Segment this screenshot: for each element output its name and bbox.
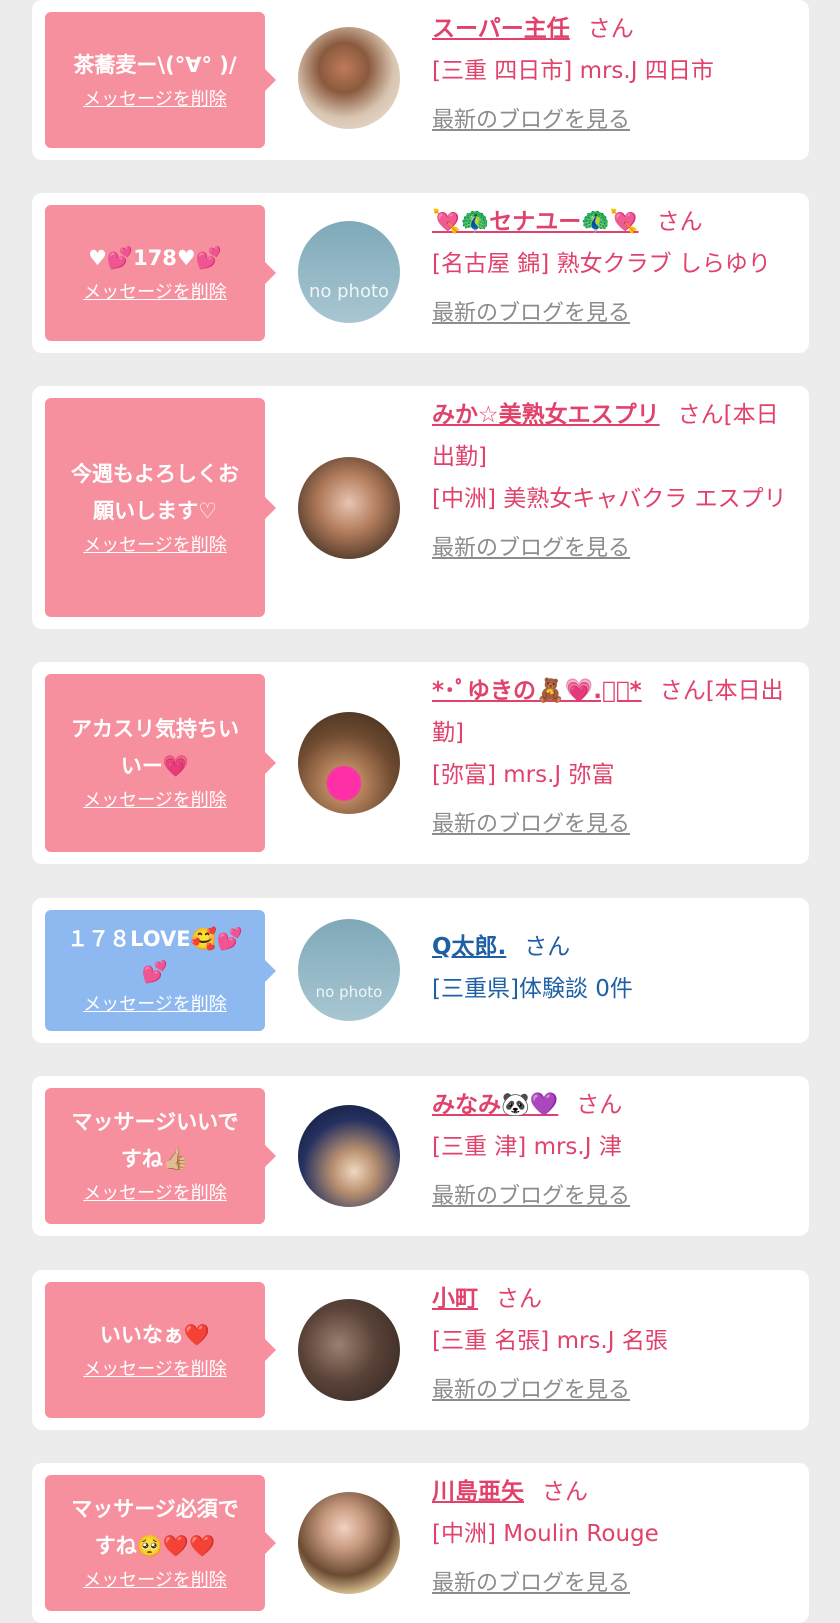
avatar[interactable] <box>298 1105 400 1207</box>
message-text: 茶蕎麦ー\(°∀° )/ <box>73 52 237 77</box>
user-name-link[interactable]: 💘🦚セナユー🦚💘 <box>432 209 639 235</box>
message-text: いいなぁ❤️ <box>99 1322 211 1347</box>
message-card: 今週もよろしくお 願いします♡ メッセージを削除 みか☆美熟女エスプリ さん[本日… <box>32 386 809 629</box>
user-name-link[interactable]: 小町 <box>432 1286 478 1312</box>
delete-message-link[interactable]: メッセージを削除 <box>83 279 227 307</box>
user-info: *･ﾟゆきの🧸💗.ﾟ･* さん[本日出勤] [弥富] mrs.J 弥富 最新のブロ… <box>432 670 797 846</box>
honorific: さん <box>576 1092 623 1118</box>
shop-label: [弥富] mrs.J 弥富 <box>432 762 615 788</box>
latest-blog-link[interactable]: 最新のブログを見る <box>432 100 797 142</box>
user-info: みか☆美熟女エスプリ さん[本日出勤] [中洲] 美熟女キャバクラ エスプリ 最新… <box>432 394 797 570</box>
message-bubble: いいなぁ❤️ メッセージを削除 <box>45 1282 276 1418</box>
user-info: 川島亜矢 さん [中洲] Moulin Rouge 最新のブログを見る <box>432 1471 797 1605</box>
avatar[interactable] <box>298 712 400 814</box>
avatar[interactable]: no photo <box>298 919 400 1021</box>
no-photo-label: no photo <box>315 983 383 1001</box>
message-card: マッサージいいで すね👍🏼 メッセージを削除 みなみ🐼💜 さん [三重 津] mr… <box>32 1076 809 1236</box>
latest-blog-link[interactable]: 最新のブログを見る <box>432 1176 797 1218</box>
shop-label: [名古屋 錦] 熟女クラブ しらゆり <box>432 251 771 277</box>
message-card: ♥💕178♥💕 メッセージを削除 no photo 💘🦚セナユー🦚💘 さん [名古… <box>32 193 809 353</box>
avatar[interactable] <box>298 1299 400 1401</box>
honorific: さん <box>524 934 571 960</box>
avatar[interactable] <box>298 27 400 129</box>
honorific: さん <box>656 209 703 235</box>
delete-message-link[interactable]: メッセージを削除 <box>83 532 227 560</box>
message-text: 今週もよろしくお 願いします♡ <box>71 461 239 523</box>
message-bubble: アカスリ気持ちい いー💗 メッセージを削除 <box>45 674 276 852</box>
user-info: 小町 さん [三重 名張] mrs.J 名張 最新のブログを見る <box>432 1278 797 1412</box>
honorific: さん <box>542 1479 588 1505</box>
user-info: みなみ🐼💜 さん [三重 津] mrs.J 津 最新のブログを見る <box>432 1084 797 1218</box>
latest-blog-link[interactable]: 最新のブログを見る <box>432 1563 797 1605</box>
user-info: Q太郎. さん [三重県]体験談 0件 <box>432 926 797 1010</box>
shop-label: [三重 名張] mrs.J 名張 <box>432 1328 668 1354</box>
message-card: アカスリ気持ちい いー💗 メッセージを削除 *･ﾟゆきの🧸💗.ﾟ･* さん[本日出… <box>32 662 809 864</box>
delete-message-link[interactable]: メッセージを削除 <box>83 787 227 815</box>
user-name-link[interactable]: みか☆美熟女エスプリ <box>432 402 660 428</box>
latest-blog-link[interactable]: 最新のブログを見る <box>432 804 797 846</box>
message-text: １７８LOVE🥰💕 💕 <box>67 926 243 984</box>
user-name-link[interactable]: 川島亜矢 <box>432 1479 524 1505</box>
shop-label: [三重 津] mrs.J 津 <box>432 1134 622 1160</box>
message-card: 茶蕎麦ー\(°∀° )/ メッセージを削除 スーパー主任 さん [三重 四日市] … <box>32 0 809 160</box>
latest-blog-link[interactable]: 最新のブログを見る <box>432 528 797 570</box>
no-photo-label: no photo <box>308 281 390 302</box>
message-bubble: 今週もよろしくお 願いします♡ メッセージを削除 <box>45 398 276 617</box>
user-name-link[interactable]: Q太郎. <box>432 934 506 960</box>
shop-label: [中洲] 美熟女キャバクラ エスプリ <box>432 486 787 512</box>
user-name-link[interactable]: *･ﾟゆきの🧸💗.ﾟ･* <box>432 678 642 704</box>
avatar[interactable] <box>298 1492 400 1594</box>
shop-label: [三重県]体験談 0件 <box>432 976 633 1002</box>
message-card: いいなぁ❤️ メッセージを削除 小町 さん [三重 名張] mrs.J 名張 最新… <box>32 1270 809 1430</box>
delete-message-link[interactable]: メッセージを削除 <box>83 1180 227 1208</box>
message-card: １７８LOVE🥰💕 💕 メッセージを削除 no photo Q太郎. さん [三重… <box>32 898 809 1043</box>
delete-message-link[interactable]: メッセージを削除 <box>83 991 227 1019</box>
delete-message-link[interactable]: メッセージを削除 <box>83 1567 227 1595</box>
delete-message-link[interactable]: メッセージを削除 <box>83 1356 227 1384</box>
message-bubble: 茶蕎麦ー\(°∀° )/ メッセージを削除 <box>45 12 276 148</box>
avatar[interactable] <box>298 457 400 559</box>
message-text: マッサージ必須で すね🥺❤️❤️ <box>71 1497 239 1558</box>
message-text: アカスリ気持ちい いー💗 <box>71 717 239 778</box>
avatar[interactable]: no photo <box>298 221 400 323</box>
delete-message-link[interactable]: メッセージを削除 <box>83 86 227 114</box>
honorific: さん <box>496 1286 542 1312</box>
message-text: ♥💕178♥💕 <box>88 245 222 270</box>
message-bubble: １７８LOVE🥰💕 💕 メッセージを削除 <box>45 910 276 1031</box>
message-card: マッサージ必須で すね🥺❤️❤️ メッセージを削除 川島亜矢 さん [中洲] Mo… <box>32 1463 809 1623</box>
shop-label: [三重 四日市] mrs.J 四日市 <box>432 58 714 84</box>
message-bubble: マッサージ必須で すね🥺❤️❤️ メッセージを削除 <box>45 1475 276 1611</box>
shop-label: [中洲] Moulin Rouge <box>432 1521 659 1547</box>
user-name-link[interactable]: みなみ🐼💜 <box>432 1092 558 1118</box>
message-bubble: マッサージいいで すね👍🏼 メッセージを削除 <box>45 1088 276 1224</box>
latest-blog-link[interactable]: 最新のブログを見る <box>432 1370 797 1412</box>
user-name-link[interactable]: スーパー主任 <box>432 16 570 42</box>
message-bubble: ♥💕178♥💕 メッセージを削除 <box>45 205 276 341</box>
latest-blog-link[interactable]: 最新のブログを見る <box>432 293 797 335</box>
honorific: さん <box>587 16 634 42</box>
user-info: 💘🦚セナユー🦚💘 さん [名古屋 錦] 熟女クラブ しらゆり 最新のブログを見る <box>432 201 797 335</box>
message-text: マッサージいいで すね👍🏼 <box>71 1110 239 1171</box>
user-info: スーパー主任 さん [三重 四日市] mrs.J 四日市 最新のブログを見る <box>432 8 797 142</box>
